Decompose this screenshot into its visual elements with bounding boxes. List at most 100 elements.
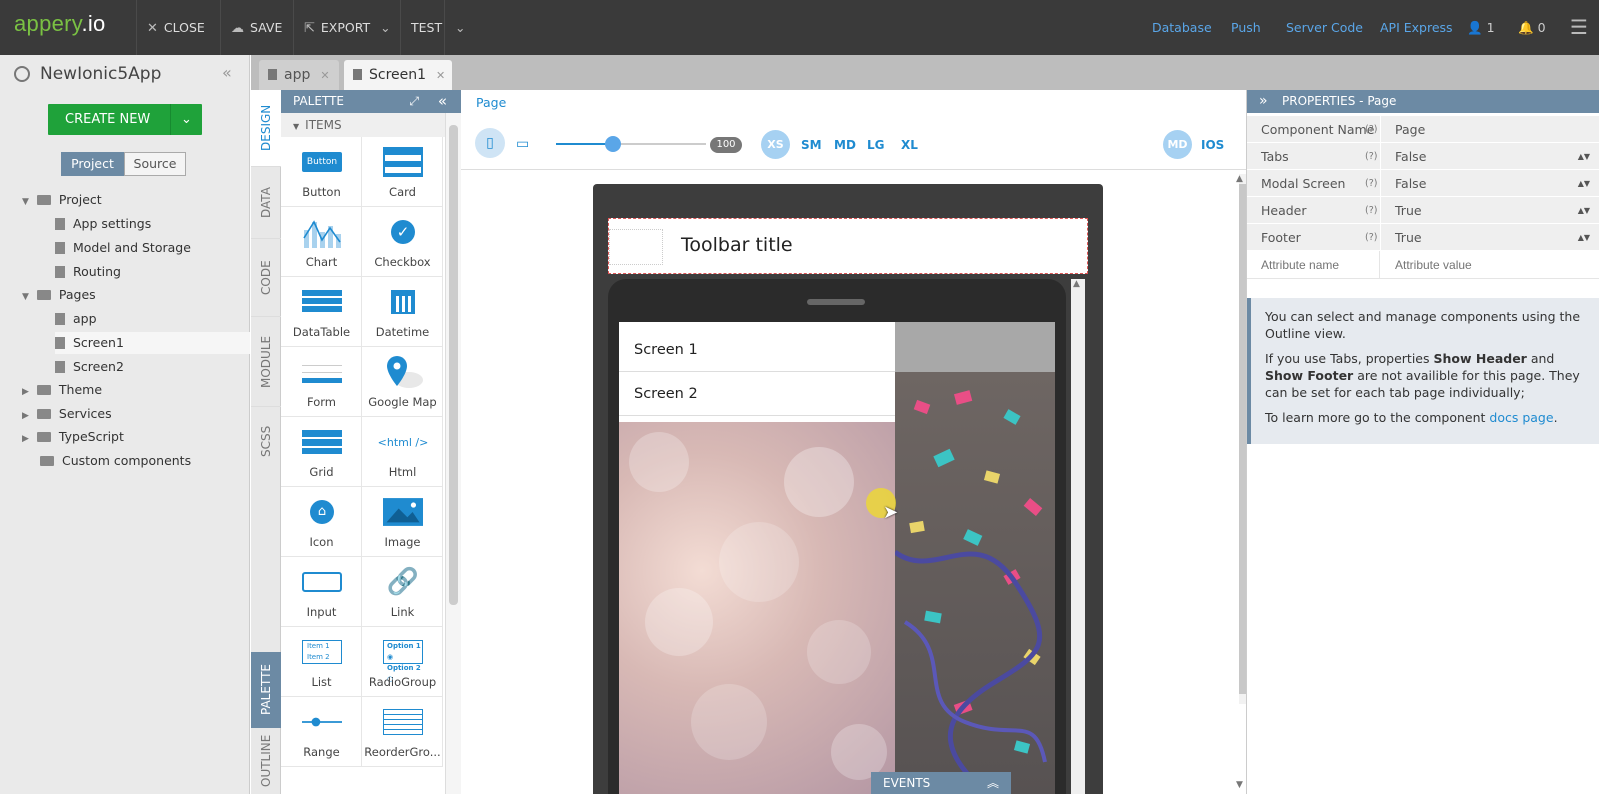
page-toolbar[interactable]: Toolbar title [608,218,1088,274]
vtab-module[interactable]: MODULE [251,316,281,406]
prop-select-tabs[interactable]: False ▲▼ [1381,143,1599,169]
expand-arrow-icon[interactable]: ▶ [22,434,29,444]
tree-item-screen2[interactable]: Screen2 [55,356,124,378]
zoom-slider-handle[interactable] [605,136,621,152]
test-button[interactable]: TEST [400,0,444,55]
tab-source[interactable]: Source [124,152,186,176]
vtab-data[interactable]: DATA [251,166,281,238]
close-button[interactable]: ✕ CLOSE [136,0,220,55]
tree-item-app[interactable]: app [55,308,97,330]
landscape-device-icon[interactable]: ▭ [516,136,529,152]
collapse-panel-icon[interactable]: « [222,63,232,82]
hamburger-menu-icon[interactable]: ☰ [1570,0,1588,55]
canvas-scrollbar[interactable] [1239,174,1246,704]
size-md[interactable]: MD [834,138,856,152]
expand-arrow-icon[interactable]: ▶ [22,411,29,421]
palette-item-link[interactable]: 🔗 Link [362,557,443,627]
events-panel-toggle[interactable]: EVENTS ︽ [871,772,1011,794]
server-code-link[interactable]: Server Code [1286,0,1363,55]
help-icon[interactable]: (?) [1365,143,1377,170]
palette-item-grid[interactable]: Grid [281,417,362,487]
api-express-link[interactable]: API Express [1380,0,1453,55]
palette-item-google-map[interactable]: Google Map [362,347,443,417]
palette-item-form[interactable]: Form [281,347,362,417]
help-icon[interactable]: (?) [1365,197,1377,224]
palette-item-image[interactable]: Image [362,487,443,557]
platform-ios[interactable]: IOS [1201,138,1224,152]
palette-item-range[interactable]: Range [281,697,362,767]
vtab-palette[interactable]: PALETTE [251,652,281,728]
expand-arrow-icon[interactable]: ▶ [22,387,29,397]
menu-item-screen2[interactable]: Screen 2 [619,372,895,416]
zoom-slider[interactable] [556,136,706,152]
tree-item-custom-components[interactable]: Custom components [40,450,191,472]
expand-arrow-icon[interactable]: ▼ [22,197,29,207]
palette-scrollbar[interactable] [445,113,461,794]
tree-item-app-settings[interactable]: App settings [55,213,151,235]
palette-item-icon[interactable]: ⌂ Icon [281,487,362,557]
mode-md-badge[interactable]: MD [1163,130,1192,159]
palette-item-reordergroup[interactable]: ReorderGro... [362,697,443,767]
scroll-up-icon[interactable]: ▲ [1236,174,1243,184]
tree-item-routing[interactable]: Routing [55,261,121,283]
close-tab-icon[interactable]: ✕ [320,69,329,82]
export-button[interactable]: ⇱ EXPORT ⌄ [293,0,400,55]
collapse-palette-icon[interactable]: « [438,90,447,113]
palette-item-button[interactable]: Button Button [281,137,362,207]
palette-item-input[interactable]: Input [281,557,362,627]
toolbar-buttons-slot[interactable] [609,229,663,265]
menu-item-screen1[interactable]: Screen 1 [619,328,895,372]
push-link[interactable]: Push [1231,0,1261,55]
tree-item-typescript[interactable]: ▶ TypeScript [22,426,124,448]
palette-item-radiogroup[interactable]: Option 1 ◉ Option 2 ○ RadioGroup [362,627,443,697]
palette-item-chart[interactable]: Chart [281,207,362,277]
scroll-down-icon[interactable]: ▼ [1236,780,1243,790]
tree-item-project[interactable]: ▼ Project [22,189,102,211]
tree-item-model-storage[interactable]: Model and Storage [55,237,191,259]
database-link[interactable]: Database [1152,0,1212,55]
expand-icon[interactable]: ⤢ [409,90,419,113]
size-xs[interactable]: XS [761,130,790,159]
save-button[interactable]: ☁ SAVE [220,0,293,55]
attribute-value-input[interactable] [1381,251,1599,278]
help-icon[interactable]: (?) [1365,116,1377,143]
scroll-thumb[interactable] [449,125,458,605]
palette-item-checkbox[interactable]: ✓ Checkbox [362,207,443,277]
palette-item-datetime[interactable]: Datetime [362,277,443,347]
palette-item-list[interactable]: Item 1 Item 2 List [281,627,362,697]
appery-logo[interactable]: appery.io [14,11,106,37]
canvas-scroll-thumb[interactable] [1239,184,1246,694]
chevron-down-icon[interactable]: ⌄ [170,104,202,135]
test-dropdown[interactable]: ⌄ [444,0,472,55]
size-xl[interactable]: XL [901,138,918,152]
prop-select-modal[interactable]: False ▲▼ [1381,170,1599,196]
tree-item-screen1[interactable]: Screen1 [55,332,250,354]
items-section-header[interactable]: ▼ ITEMS [281,113,445,137]
size-lg[interactable]: LG [867,138,885,152]
tab-screen1[interactable]: Screen1 ✕ [344,60,452,90]
users-indicator[interactable]: 👤 1 [1467,0,1495,55]
palette-item-html[interactable]: <html /> Html [362,417,443,487]
tree-item-services[interactable]: ▶ Services [22,403,112,425]
help-icon[interactable]: (?) [1365,170,1377,197]
docs-page-link[interactable]: docs page [1489,410,1553,425]
breadcrumb[interactable]: Page [476,95,506,110]
vtab-design[interactable]: DESIGN [251,90,281,166]
close-tab-icon[interactable]: ✕ [436,69,445,82]
expand-arrow-icon[interactable]: ▼ [22,292,29,302]
prop-value[interactable]: Page [1381,116,1599,142]
palette-item-datatable[interactable]: DataTable [281,277,362,347]
tree-item-theme[interactable]: ▶ Theme [22,379,102,401]
prop-select-footer[interactable]: True ▲▼ [1381,224,1599,250]
vtab-scss[interactable]: SCSS [251,406,281,476]
portrait-device-icon[interactable]: ▯ [475,128,505,158]
notifications-indicator[interactable]: 🔔 0 [1518,0,1546,55]
size-sm[interactable]: SM [801,138,822,152]
project-settings-icon[interactable] [14,66,30,82]
device-scrollbar[interactable]: ▲ [1071,279,1085,794]
attribute-name-input[interactable] [1247,251,1380,278]
tab-project[interactable]: Project [61,152,124,176]
help-icon[interactable]: (?) [1365,224,1377,251]
create-new-button[interactable]: CREATE NEW ⌄ [48,104,202,135]
tree-item-pages[interactable]: ▼ Pages [22,284,96,306]
